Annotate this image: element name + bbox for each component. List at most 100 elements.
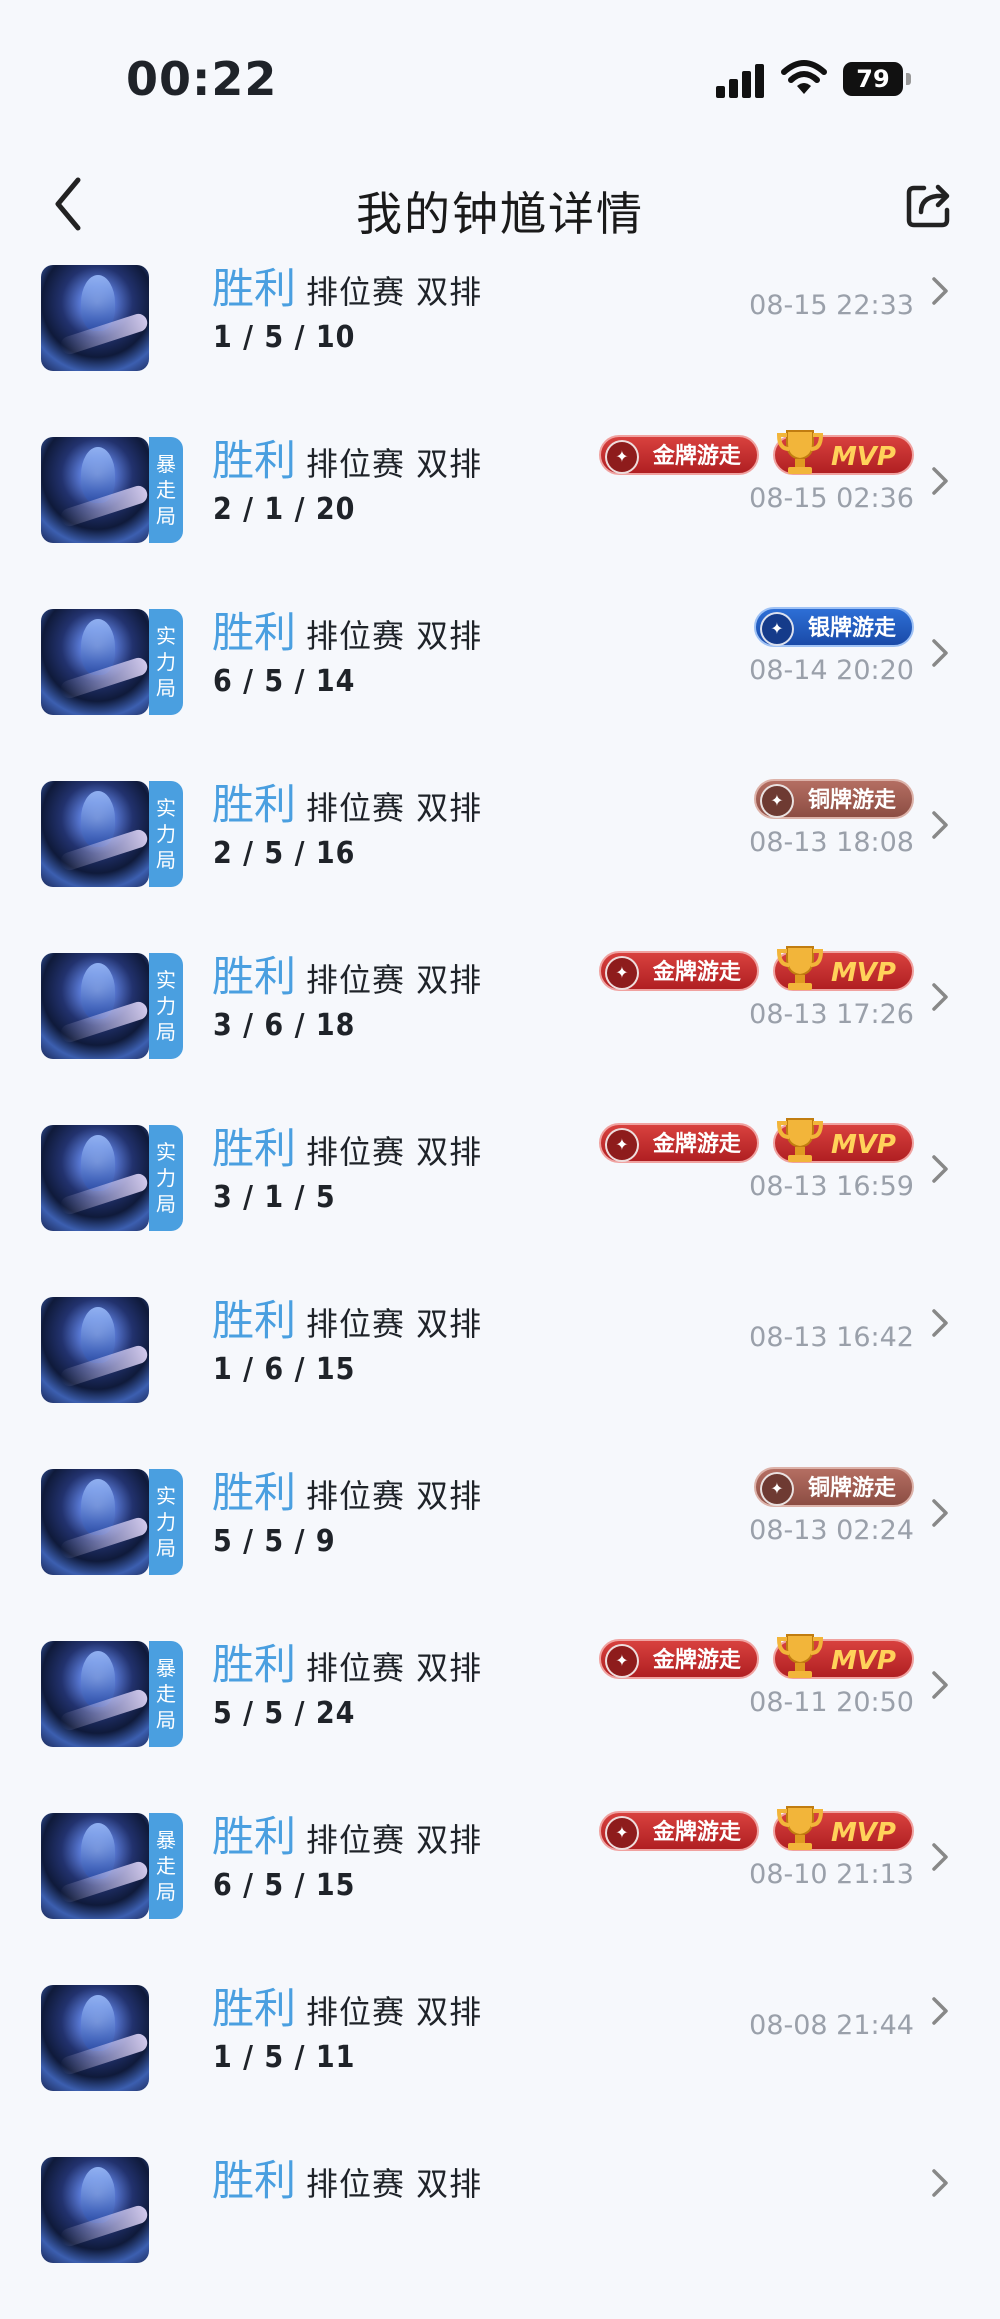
match-date: 08-11 20:50 [749,1687,914,1718]
mvp-label: MVP [830,1130,896,1160]
match-kda: 3 / 6 / 18 [213,1008,356,1043]
chevron-right-icon [932,1843,948,1871]
chevron-right-icon [932,1997,948,2025]
hero-portrait [41,2157,149,2263]
hero-avatar: 暴走局 [41,1641,183,1747]
match-result: 胜利 [212,1468,297,1517]
match-date: 08-13 16:59 [749,1171,914,1202]
match-row[interactable]: 暴走局胜利 排位赛 双排 2 / 1 / 20 ✦ 金牌游走 MVP 08-15 02:36 [0,427,1000,599]
match-mode: 排位赛 双排 [306,1993,483,2031]
medal-icon: ✦ [759,784,794,818]
match-kda: 6 / 5 / 14 [213,664,356,699]
trophy-icon [776,430,823,474]
hero-portrait [41,1813,149,1919]
hero-portrait [41,1469,149,1575]
badge-group: ✦ 铜牌游走 [753,779,914,821]
chevron-right-icon [932,277,948,305]
gold-medal-badge: ✦ 金牌游走 [598,1639,759,1679]
hero-avatar [41,265,183,371]
match-tier-tag: 暴走局 [149,437,183,543]
match-mode: 排位赛 双排 [306,617,483,655]
medal-icon: ✦ [604,1816,639,1850]
bronze-medal-badge: ✦ 铜牌游走 [753,1467,914,1507]
medal-icon: ✦ [759,1472,794,1506]
match-result: 胜利 [212,2156,297,2205]
match-result: 胜利 [212,1984,297,2033]
medal-icon: ✦ [604,956,639,990]
wifi-icon [781,60,827,94]
badge-group: ✦ 银牌游走 [753,607,914,649]
match-row[interactable]: 胜利 排位赛 双排 1 / 5 / 11 08-08 21:44 [0,1975,1000,2147]
hero-portrait [41,953,149,1059]
badge-group: ✦ 金牌游走 MVP [598,1118,914,1165]
mvp-badge: MVP [772,1118,914,1163]
match-row[interactable]: 胜利 排位赛 双排 [0,2147,1000,2319]
match-mode: 排位赛 双排 [306,1649,483,1687]
medal-label: 铜牌游走 [807,788,896,813]
match-date: 08-13 17:26 [749,999,914,1030]
status-bar: 00:22 79 [0,0,1000,150]
trophy-icon [776,1634,823,1678]
trophy-icon [776,1806,823,1850]
match-date: 08-10 21:13 [749,1859,914,1890]
match-tier-tag: 实力局 [149,609,183,715]
hero-portrait [41,1985,149,2091]
match-kda: 1 / 5 / 11 [213,2040,356,2075]
match-row[interactable]: 胜利 排位赛 双排 1 / 5 / 10 08-15 22:33 [0,255,1000,427]
match-row[interactable]: 实力局胜利 排位赛 双排 5 / 5 / 9 ✦ 铜牌游走 08-13 02:24 [0,1459,1000,1631]
match-mode: 排位赛 双排 [306,1133,483,1171]
chevron-right-icon [932,1499,948,1527]
hero-avatar [41,1297,183,1403]
gold-medal-badge: ✦ 金牌游走 [598,435,759,475]
chevron-right-icon [932,983,948,1011]
match-kda: 6 / 5 / 15 [213,1868,356,1903]
trophy-icon [776,1118,823,1162]
match-result: 胜利 [212,780,297,829]
share-icon[interactable] [904,180,954,230]
medal-label: 金牌游走 [652,1132,741,1157]
mvp-badge: MVP [772,1634,914,1679]
match-mode: 排位赛 双排 [306,1305,483,1343]
match-kda: 2 / 1 / 20 [213,492,356,527]
match-row[interactable]: 暴走局胜利 排位赛 双排 6 / 5 / 15 ✦ 金牌游走 MVP 08-10 21:13 [0,1803,1000,1975]
match-tier-tag: 实力局 [149,1469,183,1575]
mvp-badge: MVP [772,1806,914,1851]
match-row[interactable]: 暴走局胜利 排位赛 双排 5 / 5 / 24 ✦ 金牌游走 MVP 08-11 20:50 [0,1631,1000,1803]
match-result: 胜利 [212,1812,297,1861]
match-kda: 5 / 5 / 9 [213,1524,336,1559]
chevron-right-icon [932,1155,948,1183]
match-mode: 排位赛 双排 [306,1477,483,1515]
match-tier-tag: 实力局 [149,1125,183,1231]
chevron-right-icon [932,2169,948,2197]
cellular-signal-icon [716,62,766,98]
match-result: 胜利 [212,608,297,657]
hero-portrait [41,1125,149,1231]
mvp-label: MVP [830,442,896,472]
gold-medal-badge: ✦ 金牌游走 [598,1123,759,1163]
match-row[interactable]: 实力局胜利 排位赛 双排 2 / 5 / 16 ✦ 铜牌游走 08-13 18:08 [0,771,1000,943]
match-row[interactable]: 胜利 排位赛 双排 1 / 6 / 15 08-13 16:42 [0,1287,1000,1459]
nav-bar: 我的钟馗详情 [0,160,1000,250]
match-result: 胜利 [212,1640,297,1689]
match-result: 胜利 [212,264,297,313]
chevron-right-icon [932,811,948,839]
gold-medal-badge: ✦ 金牌游走 [598,951,759,991]
match-kda: 1 / 6 / 15 [213,1352,356,1387]
match-date: 08-14 20:20 [749,655,914,686]
hero-avatar: 实力局 [41,1125,183,1231]
match-row[interactable]: 实力局胜利 排位赛 双排 3 / 6 / 18 ✦ 金牌游走 MVP 08-13 17:26 [0,943,1000,1115]
mvp-badge: MVP [772,430,914,475]
chevron-right-icon [932,1671,948,1699]
battery-level: 79 [843,62,903,96]
chevron-right-icon [932,639,948,667]
match-row[interactable]: 实力局胜利 排位赛 双排 3 / 1 / 5 ✦ 金牌游走 MVP 08-13 16:59 [0,1115,1000,1287]
match-result: 胜利 [212,952,297,1001]
hero-portrait [41,609,149,715]
medal-icon: ✦ [604,1128,639,1162]
match-row[interactable]: 实力局胜利 排位赛 双排 6 / 5 / 14 ✦ 银牌游走 08-14 20:20 [0,599,1000,771]
match-tier-tag: 暴走局 [149,1641,183,1747]
match-date: 08-13 16:42 [749,1322,914,1353]
hero-avatar: 实力局 [41,953,183,1059]
hero-avatar [41,1985,183,2091]
match-kda: 3 / 1 / 5 [213,1180,336,1215]
